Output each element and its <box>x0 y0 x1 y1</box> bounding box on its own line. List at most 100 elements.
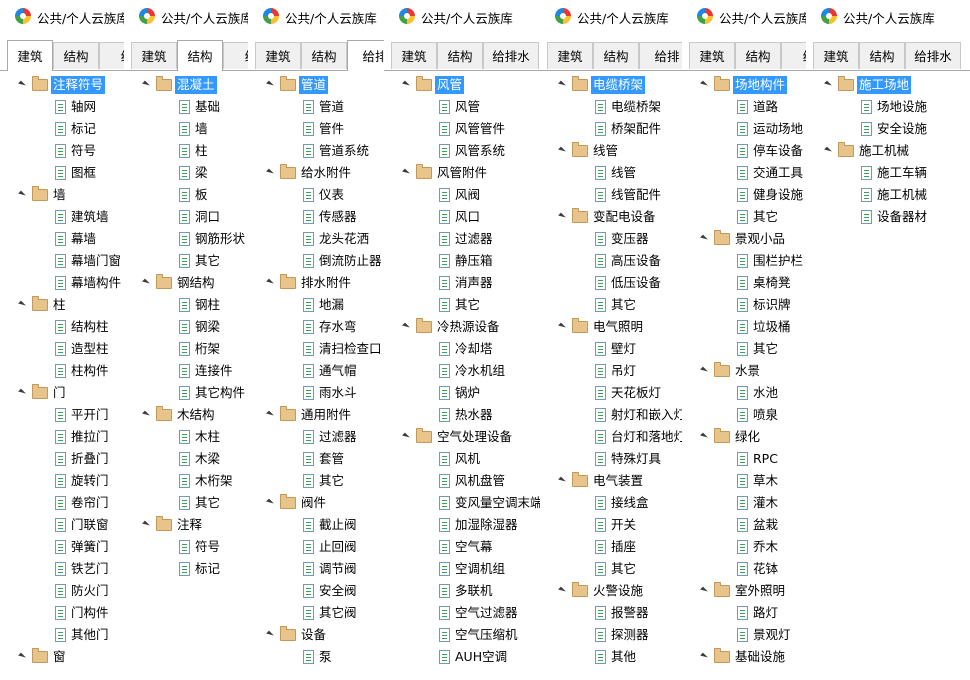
tree-leaf-item[interactable]: 设备器材 <box>806 206 970 228</box>
tree-folder-item[interactable]: 施工机械 <box>806 140 970 162</box>
tree-leaf-item[interactable]: 特殊灯具 <box>540 448 682 470</box>
expanded-arrow-icon[interactable] <box>824 146 832 155</box>
tree-leaf-item[interactable]: 水池 <box>682 382 806 404</box>
tree-leaf-item[interactable]: 木桁架 <box>124 470 248 492</box>
tree-leaf-item[interactable]: 防火门 <box>0 580 124 602</box>
tree-leaf-item[interactable]: 桌椅凳 <box>682 272 806 294</box>
expanded-arrow-icon[interactable] <box>142 278 150 287</box>
tree-folder-item[interactable]: 基础设施 <box>682 646 806 668</box>
tree-leaf-item[interactable]: 高压设备 <box>540 250 682 272</box>
expanded-arrow-icon[interactable] <box>700 80 708 89</box>
tree-leaf-item[interactable]: 倒流防止器 <box>248 250 384 272</box>
expanded-arrow-icon[interactable] <box>824 80 832 89</box>
expanded-arrow-icon[interactable] <box>266 80 274 89</box>
tab-1[interactable]: 建筑 <box>547 42 593 69</box>
tree-leaf-item[interactable]: 传感器 <box>248 206 384 228</box>
tree-leaf-item[interactable]: 道路 <box>682 96 806 118</box>
tree-leaf-item[interactable]: 板 <box>124 184 248 206</box>
tree-leaf-item[interactable]: 安全阀 <box>248 580 384 602</box>
tree-leaf-item[interactable]: 墙 <box>124 118 248 140</box>
tree-leaf-item[interactable]: 桥架配件 <box>540 118 682 140</box>
expanded-arrow-icon[interactable] <box>558 476 566 485</box>
tree-leaf-item[interactable]: 壁灯 <box>540 338 682 360</box>
tab-1[interactable]: 建筑 <box>813 42 859 69</box>
tree-leaf-item[interactable]: 风管管件 <box>384 118 540 140</box>
tab-2[interactable]: 结构 <box>53 42 99 69</box>
tree-folder-item[interactable]: 钢结构 <box>124 272 248 294</box>
tree-leaf-item[interactable]: 标记 <box>0 118 124 140</box>
tree-leaf-item[interactable]: 空气压缩机 <box>384 624 540 646</box>
tree-leaf-item[interactable]: 其它阀 <box>248 602 384 624</box>
tree-leaf-item[interactable]: 其它 <box>248 470 384 492</box>
tree-folder-item[interactable]: 室外照明 <box>682 580 806 602</box>
tree-leaf-item[interactable]: 台灯和落地灯 <box>540 426 682 448</box>
expanded-arrow-icon[interactable] <box>700 586 708 595</box>
tab-2[interactable]: 结构 <box>593 42 639 69</box>
tree-folder-item[interactable]: 窗 <box>0 646 124 668</box>
tree-folder-item[interactable]: 木结构 <box>124 404 248 426</box>
expanded-arrow-icon[interactable] <box>558 80 566 89</box>
tree-leaf-item[interactable]: 钢筋形状 <box>124 228 248 250</box>
tree-folder-item[interactable]: 风管 <box>384 74 540 96</box>
tab-1[interactable]: 建筑 <box>7 40 53 71</box>
expanded-arrow-icon[interactable] <box>700 234 708 243</box>
tree-leaf-item[interactable]: 线管配件 <box>540 184 682 206</box>
tree-leaf-item[interactable]: 木梁 <box>124 448 248 470</box>
tree-leaf-item[interactable]: 幕墙 <box>0 228 124 250</box>
tab-3[interactable]: 给 <box>223 42 248 69</box>
tree-leaf-item[interactable]: 场地设施 <box>806 96 970 118</box>
tree-leaf-item[interactable]: 龙头花洒 <box>248 228 384 250</box>
tree-leaf-item[interactable]: 空气幕 <box>384 536 540 558</box>
expanded-arrow-icon[interactable] <box>558 322 566 331</box>
tree-folder-item[interactable]: 施工场地 <box>806 74 970 96</box>
tree-leaf-item[interactable]: 梁 <box>124 162 248 184</box>
tab-1[interactable]: 建筑 <box>391 42 437 69</box>
tab-3[interactable]: 给排 <box>639 42 682 69</box>
tree-leaf-item[interactable]: 标识牌 <box>682 294 806 316</box>
tree-leaf-item[interactable]: 符号 <box>0 140 124 162</box>
tree-folder-item[interactable]: 空气处理设备 <box>384 426 540 448</box>
tree-folder-item[interactable]: 场地构件 <box>682 74 806 96</box>
tree-folder-item[interactable]: 注释 <box>124 514 248 536</box>
tree-leaf-item[interactable]: 弹簧门 <box>0 536 124 558</box>
tree-leaf-item[interactable]: 泵 <box>248 646 384 668</box>
tree-leaf-item[interactable]: 风管 <box>384 96 540 118</box>
tree-leaf-item[interactable]: 路灯 <box>682 602 806 624</box>
tree-leaf-item[interactable]: 空气过滤器 <box>384 602 540 624</box>
expanded-arrow-icon[interactable] <box>18 190 26 199</box>
tree-leaf-item[interactable]: 旋转门 <box>0 470 124 492</box>
tree-leaf-item[interactable]: 其它构件 <box>124 382 248 404</box>
tree-leaf-item[interactable]: 连接件 <box>124 360 248 382</box>
tree-folder-item[interactable]: 电气照明 <box>540 316 682 338</box>
expanded-arrow-icon[interactable] <box>142 80 150 89</box>
tree-leaf-item[interactable]: 地漏 <box>248 294 384 316</box>
tree-folder-item[interactable]: 阀件 <box>248 492 384 514</box>
tree-leaf-item[interactable]: 基础 <box>124 96 248 118</box>
tab-3[interactable]: 给排 <box>347 40 384 71</box>
tree-leaf-item[interactable]: 平开门 <box>0 404 124 426</box>
tree-leaf-item[interactable]: 过滤器 <box>248 426 384 448</box>
tree-leaf-item[interactable]: 风管系统 <box>384 140 540 162</box>
tree-leaf-item[interactable]: 风机盘管 <box>384 470 540 492</box>
tab-3[interactable]: 给排水 <box>483 42 539 69</box>
tree-leaf-item[interactable]: 变风量空调末端 <box>384 492 540 514</box>
tree-folder-item[interactable]: 注释符号 <box>0 74 124 96</box>
tree-leaf-item[interactable]: 门构件 <box>0 602 124 624</box>
tree-folder-item[interactable]: 墙 <box>0 184 124 206</box>
tree-leaf-item[interactable]: 多联机 <box>384 580 540 602</box>
tree-folder-item[interactable]: 火警设施 <box>540 580 682 602</box>
tab-3[interactable]: 给排水 <box>905 42 961 69</box>
tree-leaf-item[interactable]: 图框 <box>0 162 124 184</box>
tree-folder-item[interactable]: 柱 <box>0 294 124 316</box>
tree-leaf-item[interactable]: 草木 <box>682 470 806 492</box>
tree-leaf-item[interactable]: 推拉门 <box>0 426 124 448</box>
tree-folder-item[interactable]: 混凝土 <box>124 74 248 96</box>
tree-leaf-item[interactable]: 喷泉 <box>682 404 806 426</box>
tree-folder-item[interactable]: 电缆桥架 <box>540 74 682 96</box>
tree-leaf-item[interactable]: 雨水斗 <box>248 382 384 404</box>
expanded-arrow-icon[interactable] <box>18 80 26 89</box>
tree-leaf-item[interactable]: 建筑墙 <box>0 206 124 228</box>
tree-folder-item[interactable]: 通用附件 <box>248 404 384 426</box>
tree-leaf-item[interactable]: 加湿除湿器 <box>384 514 540 536</box>
tree-leaf-item[interactable]: 折叠门 <box>0 448 124 470</box>
